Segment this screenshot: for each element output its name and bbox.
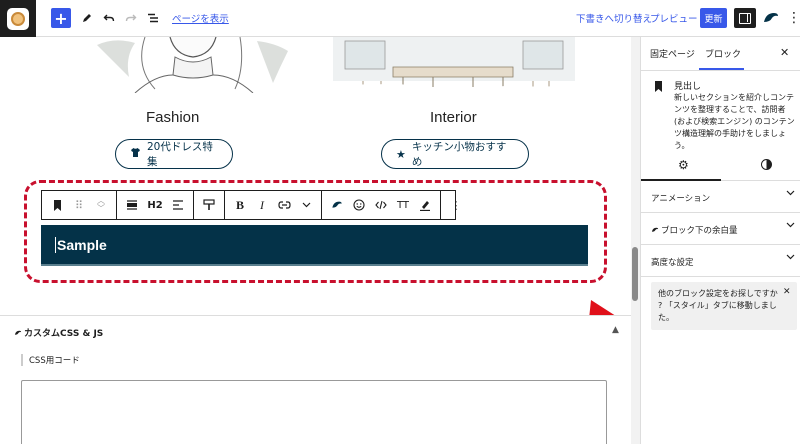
advanced-panel-label: 高度な設定 [651,258,694,268]
block-type-group: H2 [117,191,194,219]
styles-half-circle-icon[interactable] [761,159,772,170]
fashion-illustration [97,37,288,93]
chevron-down-icon [786,254,795,260]
paint-roller-icon[interactable] [198,194,220,216]
chevron-down-icon: ﹀ [97,204,105,213]
swell-format-icon[interactable] [326,194,348,216]
pencil-icon [83,14,91,22]
swell-logo-icon[interactable] [762,9,780,27]
css-code-label: CSS用コード [21,354,80,366]
update-button[interactable]: 更新 [700,8,727,28]
block-toolbar: ⠿ ︿ ﹀ H2 B I TT ⋮ [41,190,462,220]
align-full-icon[interactable] [121,194,143,216]
interior-illustration [333,37,575,93]
block-description: 新しいセクションを紹介しコンテンツを整理することで、訪問者 (および検索エンジン… [674,93,795,150]
star-icon: ★ [396,147,406,161]
settings-gear-icon[interactable]: ⚙ [678,158,689,172]
canvas-scrollbar-track[interactable] [631,37,640,444]
undo-button[interactable] [100,8,118,28]
highlighter-icon[interactable] [414,194,436,216]
tab-page[interactable]: 固定ページ [650,47,695,60]
animation-panel-label: アニメーション [651,194,711,204]
swell-format-group: TT [322,191,441,219]
undo-icon [103,14,115,22]
css-code-textarea[interactable] [21,380,607,444]
animation-panel[interactable]: アニメーション [641,181,800,213]
block-options-group: ⋮ [441,191,471,219]
redo-button[interactable] [122,8,140,28]
text-align-icon[interactable] [167,194,189,216]
fashion-caption: Fashion [146,109,200,126]
document-overview-button[interactable] [144,8,162,28]
block-info-card: 見出し 新しいセクションを紹介しコンテンツを整理することで、訪問者 (および検索… [641,71,800,151]
settings-toggle-button[interactable] [734,8,756,28]
custom-css-js-metabox: カスタムCSS & JS ▲ CSS用コード [0,315,631,444]
close-sidebar-icon[interactable]: ✕ [780,46,789,59]
notice-close-icon[interactable]: ✕ [783,287,791,297]
kitchen-goods-label: キッチン小物おすすめ [411,141,507,168]
bottom-margin-panel[interactable]: ブロック下の余白量 [641,213,800,245]
dress-feature-label: 20代ドレス特集 [147,141,213,168]
chevron-down-icon[interactable] [295,194,317,216]
inline-format-group: B I [225,191,322,219]
add-block-button[interactable]: + [51,8,71,28]
site-icon [7,7,29,30]
view-page-link[interactable]: ページを表示 [172,11,229,25]
bold-button[interactable]: B [229,194,251,216]
advanced-panel[interactable]: 高度な設定 [641,245,800,277]
redo-icon [125,14,137,22]
emoji-icon[interactable] [348,194,370,216]
chevron-down-icon [786,190,795,196]
italic-button[interactable]: I [251,194,273,216]
drag-handle-icon[interactable]: ⠿ [68,194,90,216]
heading-block-icon[interactable] [46,194,68,216]
swell-mini-icon [14,330,22,335]
block-options-icon[interactable]: ⋮ [445,194,467,216]
sidebar-icon [739,12,751,24]
tools-button[interactable] [78,8,96,28]
shirt-icon [130,147,141,161]
site-logo-button[interactable] [0,0,36,37]
canvas-scrollbar-thumb[interactable] [632,247,638,301]
list-view-icon [148,13,158,23]
notice-text: 他のブロック設定をお探しですか ? 「スタイル」タブに移動しました。 [658,289,778,322]
block-name: 見出し [674,82,702,92]
switch-to-draft-link[interactable]: 下書きへ切り替え [576,11,652,25]
plus-icon: + [54,8,68,28]
settings-sidebar: 固定ページ ブロック ✕ 見出し 新しいセクションを紹介しコンテンツを整理するこ… [640,37,800,444]
sidebar-tabs: 固定ページ ブロック ✕ [641,37,800,71]
editor-canvas: Fashion Interior 20代ドレス特集 ★ キッチン小物おすすめ ⠿… [0,37,640,444]
bottom-margin-panel-label: ブロック下の余白量 [651,224,738,236]
heading-level-button[interactable]: H2 [143,194,167,216]
metabox-title-text: カスタムCSS & JS [24,329,104,339]
more-options-icon[interactable]: ⋮ [787,9,800,27]
tab-block[interactable]: ブロック [705,47,741,60]
code-icon[interactable] [370,194,392,216]
kitchen-goods-button[interactable]: ★ キッチン小物おすすめ [381,139,529,169]
active-tab-indicator [699,68,744,70]
metabox-collapse-icon[interactable]: ▲ [612,325,619,335]
link-icon[interactable] [273,194,295,216]
chevron-down-icon [786,222,795,228]
preview-link[interactable]: プレビュー [650,11,698,25]
bottom-margin-text: ブロック下の余白量 [661,226,738,236]
dress-feature-button[interactable]: 20代ドレス特集 [115,139,233,169]
sample-heading-block[interactable]: Sample [41,225,588,266]
move-up-down-icon[interactable]: ︿ ﹀ [90,194,112,216]
editor-top-bar: + ページを表示 下書きへ切り替え プレビュー 更新 ⋮ [0,0,800,37]
styles-moved-notice: 他のブロック設定をお探しですか ? 「スタイル」タブに移動しました。 ✕ [651,282,797,330]
block-mover-group: ⠿ ︿ ﹀ [42,191,117,219]
block-style-group [194,191,225,219]
block-inspector-tabs: ⚙ [641,151,800,181]
interior-caption: Interior [430,109,477,126]
heading-text[interactable]: Sample [55,236,107,253]
heading-block-icon [655,81,662,92]
font-size-button[interactable]: TT [392,194,414,216]
swell-mini-icon [651,227,659,232]
metabox-title[interactable]: カスタムCSS & JS [14,326,103,339]
